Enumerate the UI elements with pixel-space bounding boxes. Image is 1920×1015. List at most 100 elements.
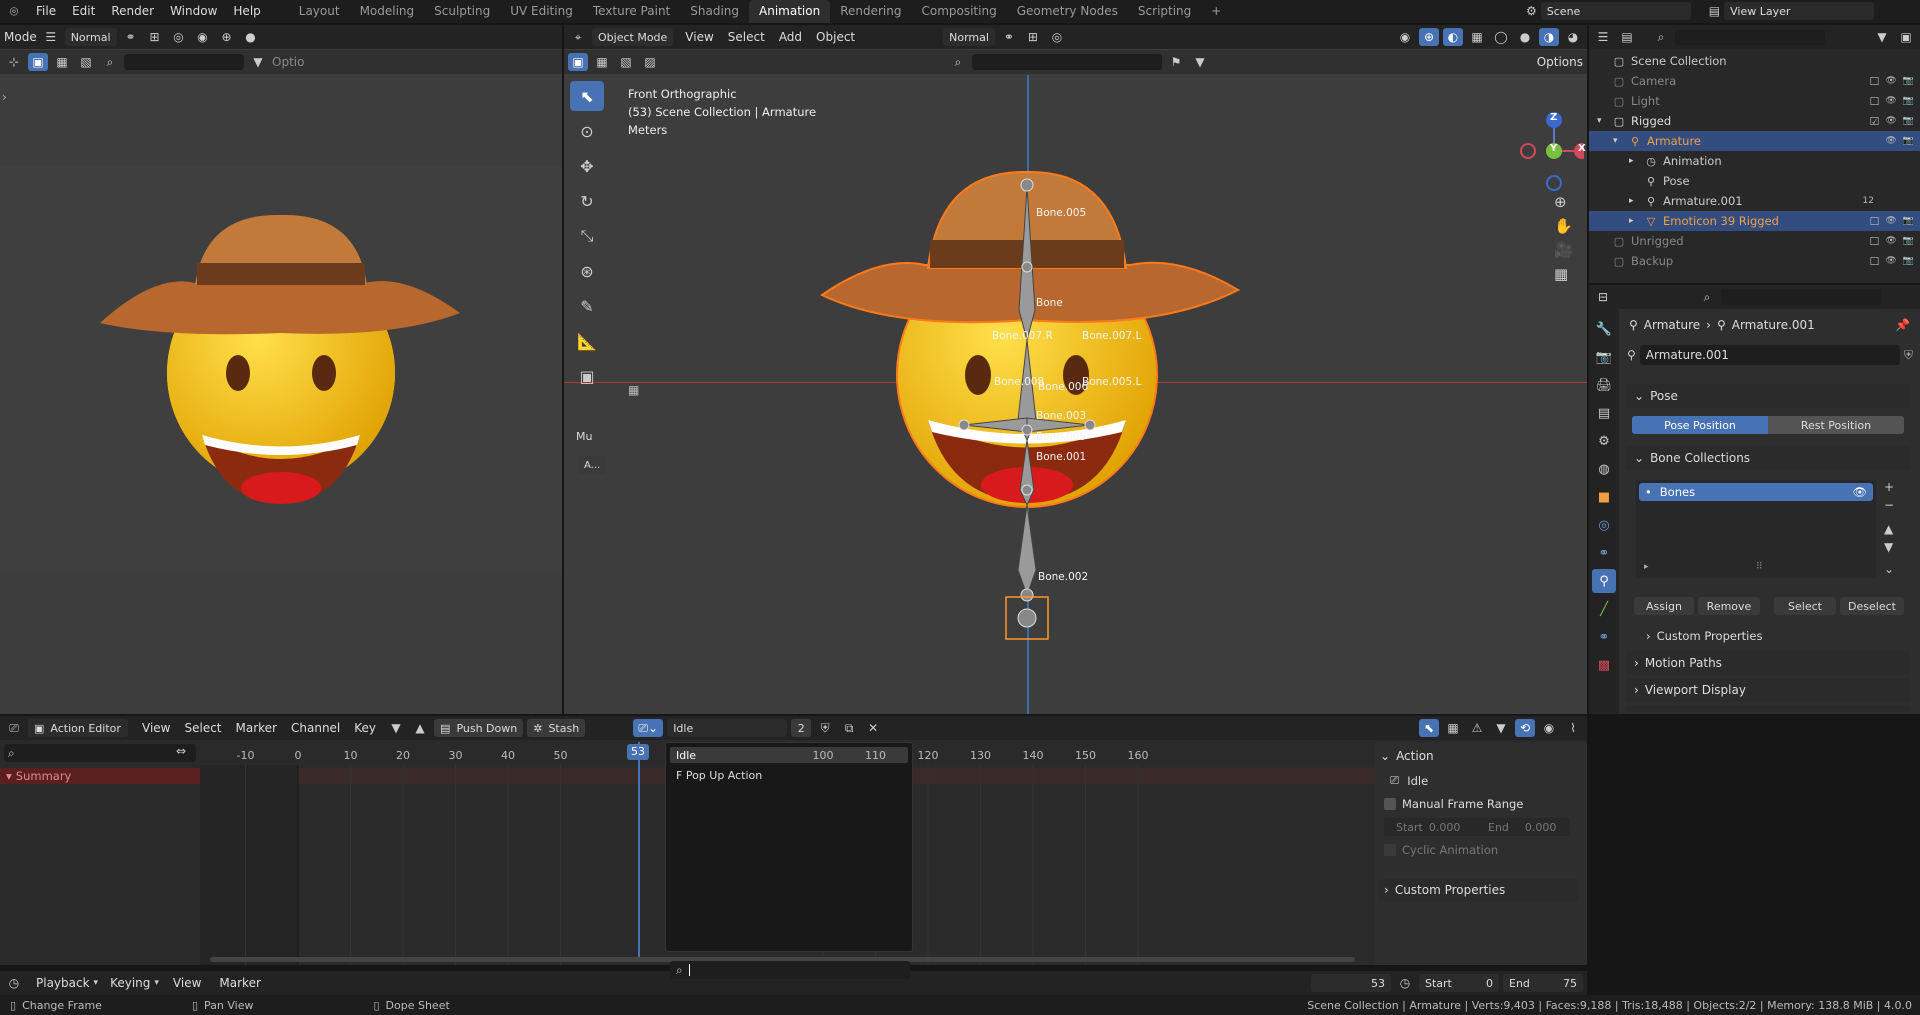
auto-snap-icon[interactable]: ⟲ [1515, 719, 1535, 737]
eye-icon[interactable]: 👁 [1885, 96, 1896, 106]
tab-modeling[interactable]: Modeling [350, 0, 425, 23]
outliner-item[interactable]: ▸ ⚲ Armature.001 12 [1589, 191, 1920, 211]
playhead-line[interactable] [638, 742, 640, 957]
bone-collection-item[interactable]: • Bones 👁 [1639, 483, 1873, 501]
outliner-item[interactable]: ▢ Camera ☐ 👁 📷 [1589, 71, 1920, 91]
camera-render-icon[interactable]: 📷 [1903, 136, 1914, 146]
hamburger-icon[interactable]: ☰ [41, 28, 61, 46]
xray-icon[interactable]: ▦ [1467, 28, 1487, 46]
tab-uv-editing[interactable]: UV Editing [500, 0, 583, 23]
overlay-toggle-icon[interactable]: ◐ [1443, 28, 1463, 46]
push-down-button[interactable]: ▤ Push Down [434, 719, 524, 737]
axis-z-label[interactable]: Z [1550, 112, 1557, 123]
properties-type-icon[interactable]: ⊟ [1593, 288, 1613, 306]
motion-paths-header[interactable]: › Motion Paths [1626, 651, 1910, 675]
clapper-icon[interactable]: ▦ [628, 383, 639, 397]
search-icon[interactable]: ⌕ [100, 53, 120, 71]
timeline-view-menu[interactable]: View [173, 976, 201, 990]
dropdown-item-pop-up[interactable]: F Pop Up Action [670, 767, 908, 783]
pan-hand-icon[interactable]: ✋ [1554, 217, 1573, 235]
filter-icon[interactable]: ▼ [1872, 28, 1892, 46]
tab-animation[interactable]: Animation [749, 0, 831, 23]
snap-icon[interactable]: ⊞ [145, 28, 165, 46]
end-frame-field[interactable]: End 75 [1503, 974, 1583, 992]
zoom-icon[interactable]: ⊕ [1554, 193, 1573, 211]
proportional-icon[interactable]: ◎ [169, 28, 189, 46]
blender-logo-icon[interactable]: ⌾ [0, 4, 28, 20]
solid-shading-icon[interactable]: ● [1515, 28, 1535, 46]
only-errors-icon[interactable]: ⚠ [1467, 719, 1487, 737]
camera-render-icon[interactable]: 📷 [1903, 236, 1914, 246]
menu-window[interactable]: Window [162, 0, 225, 23]
viewport-display-header[interactable]: › Viewport Display [1626, 678, 1910, 702]
remove-collection-icon[interactable]: − [1884, 498, 1894, 512]
rest-position-button[interactable]: Rest Position [1768, 416, 1904, 434]
proportional-icon[interactable]: ◎ [1047, 28, 1067, 46]
view-layer-icon[interactable]: ▤ [1709, 4, 1720, 18]
side-custom-properties-header[interactable]: › Custom Properties [1378, 879, 1578, 901]
current-frame-field[interactable]: 53 [1311, 974, 1391, 992]
exclude-checkbox-icon[interactable]: ☐ [1869, 95, 1879, 108]
physics-tab-icon[interactable]: ◎ [1592, 513, 1616, 537]
snap-icon[interactable]: ⊞ [1023, 28, 1043, 46]
show-hidden-icon[interactable]: ▦ [1443, 719, 1463, 737]
display-mode-icon[interactable]: ▤ [1617, 28, 1637, 46]
viewport-menu-object[interactable]: Object [816, 30, 855, 44]
current-frame-badge[interactable]: 53 [627, 744, 649, 760]
frame-start-field[interactable]: Start 0.000 [1384, 821, 1478, 834]
action-editor-mode-dropdown[interactable]: ▣ Action Editor [28, 719, 128, 737]
start-frame-field[interactable]: Start 0 [1419, 974, 1499, 992]
outliner-item[interactable]: ▢ Light ☐ 👁 📷 [1589, 91, 1920, 111]
filter-icon[interactable]: ▼ [248, 53, 268, 71]
material-shading-icon[interactable]: ◑ [1539, 28, 1559, 46]
properties-search-input[interactable] [1721, 289, 1881, 305]
annotate-tool-icon[interactable]: ✎ [570, 291, 604, 321]
select-mode-2-icon[interactable]: ▦ [592, 53, 612, 71]
unlink-action-icon[interactable]: ✕ [863, 719, 883, 737]
viewport-menu-add[interactable]: Add [779, 30, 802, 44]
transform-tool-icon[interactable]: ⊛ [570, 256, 604, 286]
preview-range-clock-icon[interactable]: ◷ [1395, 974, 1415, 992]
resize-grip-icon[interactable]: ⠿ [1756, 562, 1763, 572]
only-selected-filter-icon[interactable]: ⬉ [1419, 719, 1439, 737]
tab-scripting[interactable]: Scripting [1128, 0, 1201, 23]
camera-view-area[interactable]: Mode ☰ Normal ⚭ ⊞ ◎ ◉ ⊕ ● ⊹ ▣ ▦ ▧ ⌕ ▼ Op… [0, 25, 562, 714]
left-shading-dropdown[interactable]: Normal [64, 28, 117, 46]
pin-icon[interactable]: 📌 [1895, 318, 1910, 332]
action-users-count[interactable]: 2 [791, 719, 812, 737]
add-workspace-icon[interactable]: + [1201, 0, 1231, 23]
search-icon[interactable]: ⌕ [948, 53, 968, 71]
camera-render-icon[interactable]: 📷 [1903, 76, 1914, 86]
eye-icon[interactable]: 👁 [1885, 216, 1896, 226]
frame-end-field[interactable]: End 0.000 [1478, 821, 1570, 834]
view-layer-tab-icon[interactable]: ▤ [1592, 401, 1616, 425]
bone-collections-header[interactable]: ⌄ Bone Collections [1626, 446, 1910, 470]
layer-up-icon[interactable]: ▲ [410, 719, 430, 737]
select-tool-icon[interactable]: ⬉ [570, 81, 604, 111]
outliner-item[interactable]: ▸ ▽ Emoticon 39 Rigged ☐ 👁 📷 [1589, 211, 1920, 231]
outliner-search-input[interactable] [1675, 29, 1825, 45]
viewport-menu-select[interactable]: Select [728, 30, 765, 44]
viewport-search-input[interactable] [972, 54, 1162, 70]
scene-icon[interactable]: ⚙ [1526, 4, 1537, 18]
exclude-checkbox-icon[interactable]: ☐ [1869, 255, 1879, 268]
ortho-grid-icon[interactable]: ▦ [1554, 265, 1573, 283]
bone-collections-list[interactable]: • Bones 👁 ▸ ⠿ [1636, 480, 1876, 578]
tab-texture-paint[interactable]: Texture Paint [583, 0, 680, 23]
menu-marker[interactable]: Marker [236, 721, 277, 735]
pose-panel-header[interactable]: ⌄ Pose [1626, 384, 1910, 408]
select-box-icon[interactable]: ▣ [568, 53, 588, 71]
left-mode-label[interactable]: Mode [4, 30, 37, 44]
tab-layout[interactable]: Layout [289, 0, 350, 23]
left-search-input[interactable] [124, 54, 244, 70]
menu-help[interactable]: Help [225, 0, 268, 23]
cursor-tool-icon[interactable]: ⊹ [4, 53, 24, 71]
scene-tab-icon[interactable]: ⚙ [1592, 429, 1616, 453]
camera-render-icon[interactable]: 📷 [1903, 256, 1914, 266]
outliner-item[interactable]: ▾ ▢ Rigged ☑ 👁 📷 [1589, 111, 1920, 131]
viewport-shading-dropdown[interactable]: Normal [943, 28, 995, 46]
select-mode-4-icon[interactable]: ▨ [640, 53, 660, 71]
render-tab-icon[interactable]: 📷 [1592, 345, 1616, 369]
texture-tab-icon[interactable]: ▩ [1592, 653, 1616, 677]
toolbar-mu-label[interactable]: Mu [576, 430, 592, 443]
